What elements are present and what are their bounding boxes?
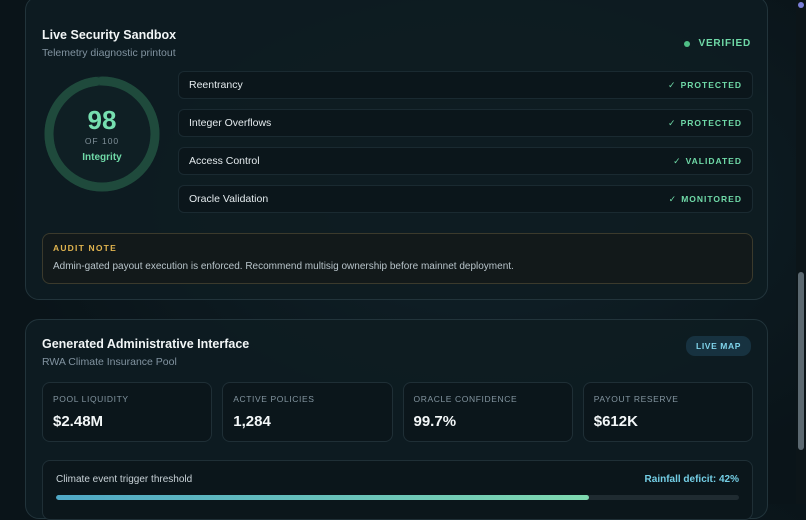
- verified-status: VERIFIED: [684, 38, 751, 49]
- threshold-value: Rainfall deficit: 42%: [644, 474, 739, 485]
- check-icon: ✓: [673, 155, 682, 166]
- check-icon: ✓: [668, 193, 678, 204]
- security-check-list: Reentrancy ✓ PROTECTED Integer Overflows…: [178, 71, 753, 223]
- stat-value: 99.7%: [413, 413, 457, 430]
- stat-label: ORACLE CONFIDENCE: [413, 394, 518, 404]
- stat-label: PAYOUT RESERVE: [593, 394, 679, 404]
- scrollbar-track[interactable]: [796, 0, 806, 504]
- check-row-oracle-validation: Oracle Validation ✓ MONITORED: [178, 185, 753, 213]
- stat-value: $612K: [593, 413, 638, 430]
- check-status-text: MONITORED: [681, 194, 742, 204]
- check-icon: ✓: [668, 117, 677, 128]
- check-row-reentrancy: Reentrancy ✓ PROTECTED: [178, 71, 753, 99]
- check-status: ✓ PROTECTED: [668, 118, 742, 129]
- check-label: Integer Overflows: [189, 117, 272, 129]
- stat-label: ACTIVE POLICIES: [233, 394, 315, 404]
- check-status-text: VALIDATED: [685, 156, 742, 166]
- gauge-text: 98 OF 100 Integrity: [43, 75, 161, 193]
- scroll-indicator-dot: [798, 2, 804, 8]
- live-map-button[interactable]: LIVE MAP: [686, 336, 751, 356]
- stat-card-active-policies: ACTIVE POLICIES 1,284: [222, 382, 393, 442]
- check-label: Access Control: [189, 155, 260, 167]
- integrity-scale: OF 100: [84, 135, 120, 146]
- audit-note: AUDIT NOTE Admin-gated payout execution …: [42, 233, 753, 284]
- stat-card-pool-liquidity: POOL LIQUIDITY $2.48M: [42, 382, 213, 442]
- verified-label: VERIFIED: [698, 38, 751, 49]
- check-status-text: PROTECTED: [680, 118, 742, 128]
- scrollbar-thumb[interactable]: [798, 272, 804, 450]
- panel-title: Generated Administrative Interface: [42, 337, 250, 351]
- stat-cards: POOL LIQUIDITY $2.48M ACTIVE POLICIES 1,…: [42, 382, 753, 442]
- check-label: Reentrancy: [189, 79, 243, 91]
- integrity-label: Integrity: [82, 151, 122, 163]
- stat-card-payout-reserve: PAYOUT RESERVE $612K: [582, 382, 753, 442]
- stat-label: POOL LIQUIDITY: [53, 394, 129, 404]
- panel-subtitle: RWA Climate Insurance Pool: [42, 356, 177, 368]
- integrity-score: 98: [87, 104, 117, 135]
- admin-interface-panel: Generated Administrative Interface RWA C…: [25, 319, 768, 520]
- check-row-integer-overflows: Integer Overflows ✓ PROTECTED: [178, 109, 753, 137]
- threshold-progress-track: [56, 495, 739, 500]
- check-label: Oracle Validation: [189, 193, 269, 205]
- threshold-card: Climate event trigger threshold Rainfall…: [42, 460, 753, 520]
- status-dot-icon: [684, 40, 691, 47]
- integrity-gauge: 98 OF 100 Integrity: [43, 75, 161, 193]
- security-sandbox-panel: Live Security Sandbox Telemetry diagnost…: [25, 0, 768, 300]
- stat-value: $2.48M: [53, 413, 104, 430]
- stat-card-oracle-confidence: ORACLE CONFIDENCE 99.7%: [402, 382, 573, 442]
- check-status: ✓ MONITORED: [669, 194, 742, 205]
- check-status: ✓ PROTECTED: [668, 80, 742, 91]
- threshold-label: Climate event trigger threshold: [56, 474, 193, 485]
- audit-note-title: AUDIT NOTE: [53, 243, 117, 253]
- audit-note-text: Admin-gated payout execution is enforced…: [53, 261, 514, 272]
- panel-title: Live Security Sandbox: [42, 28, 177, 42]
- check-status-text: PROTECTED: [680, 80, 742, 90]
- check-icon: ✓: [668, 79, 677, 90]
- panel-subtitle: Telemetry diagnostic printout: [42, 47, 176, 59]
- check-status: ✓ VALIDATED: [673, 156, 742, 167]
- threshold-progress-fill: [56, 495, 589, 500]
- stat-value: 1,284: [233, 413, 271, 430]
- check-row-access-control: Access Control ✓ VALIDATED: [178, 147, 753, 175]
